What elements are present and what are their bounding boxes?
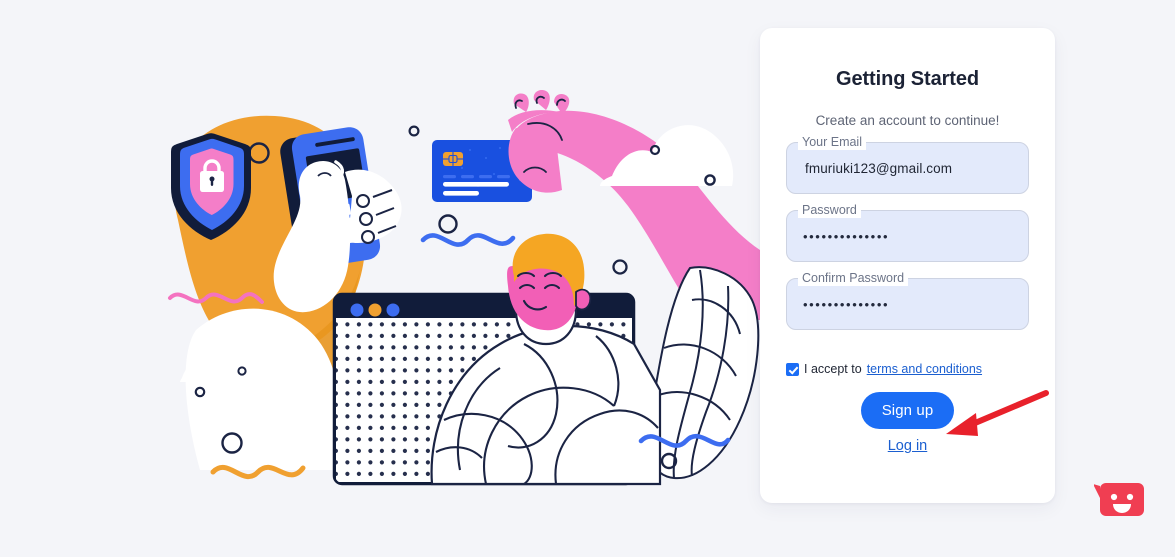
email-field-label: Your Email (798, 134, 866, 150)
email-input[interactable] (803, 159, 1012, 177)
sign-up-button[interactable]: Sign up (860, 392, 955, 429)
illustration-panel (0, 0, 760, 557)
browser-dot-blue-2 (386, 303, 400, 317)
log-in-link[interactable]: Log in (888, 438, 928, 454)
signup-page: Getting Started Create an account to con… (0, 0, 1175, 557)
browser-dot-orange (368, 303, 382, 317)
card-subtitle: Create an account to continue! (815, 113, 1000, 128)
email-field-wrapper[interactable]: Your Email (786, 134, 1029, 194)
terms-checkbox[interactable] (786, 362, 799, 376)
card-actions: Sign up Log in (786, 392, 1029, 454)
page-title: Getting Started (836, 68, 979, 90)
confirm-password-field-label: Confirm Password (798, 270, 909, 286)
terms-text: I accept to (804, 362, 862, 376)
password-field-wrapper[interactable]: Password •••••••••••••• (786, 202, 1029, 262)
confirm-password-input[interactable]: •••••••••••••• (803, 298, 1012, 311)
password-field-label: Password (798, 202, 861, 218)
chat-widget-button[interactable] (1093, 482, 1146, 527)
browser-dot-blue (350, 303, 364, 317)
terms-row: I accept to terms and conditions (786, 362, 1029, 376)
signup-card: Getting Started Create an account to con… (760, 28, 1055, 503)
terms-and-conditions-link[interactable]: terms and conditions (867, 362, 982, 376)
smiley-eye-right (1126, 493, 1134, 501)
password-input[interactable]: •••••••••••••• (803, 230, 1012, 243)
confirm-password-field-wrapper[interactable]: Confirm Password •••••••••••••• (786, 270, 1029, 330)
smiley-chat-bubble-icon[interactable] (1093, 482, 1146, 527)
smiley-eye-left (1110, 493, 1118, 501)
